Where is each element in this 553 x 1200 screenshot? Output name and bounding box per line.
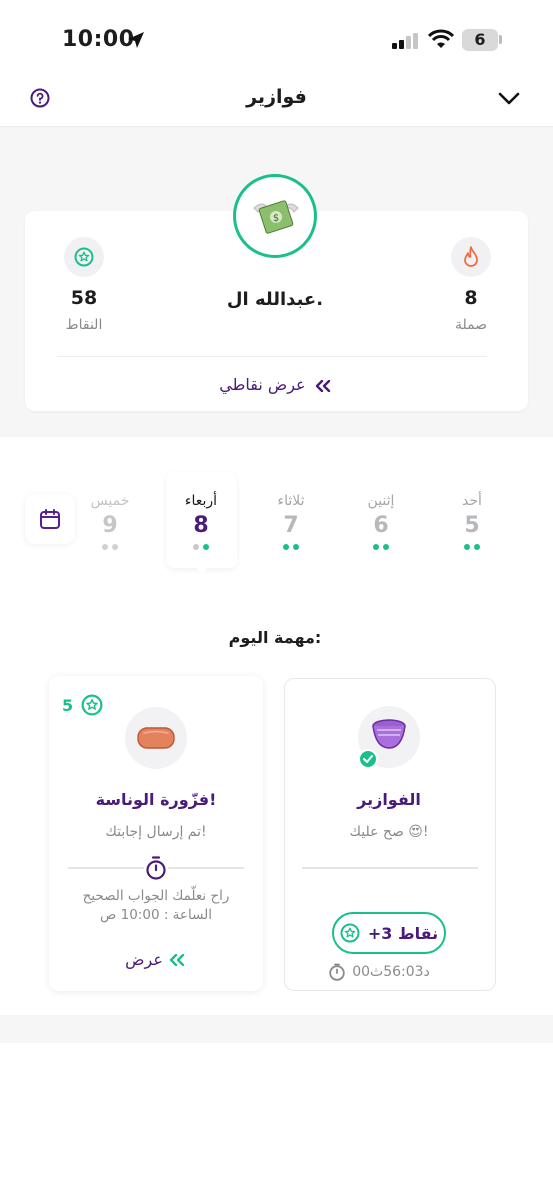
fun-riddle-points-badge: 5 <box>62 694 103 716</box>
stopwatch-icon <box>329 963 345 981</box>
view-points-link[interactable]: عرض نقاطي <box>175 375 375 394</box>
date-fruit-icon <box>137 727 175 749</box>
svg-text:$: $ <box>273 213 279 224</box>
day-number: 9 <box>102 513 118 538</box>
points-value: 58 <box>70 287 98 309</box>
battery-tip <box>499 35 502 44</box>
fun-riddle-title: فزّورة الوناسة! <box>95 790 217 809</box>
day-dots <box>442 544 502 550</box>
fun-riddle-subtitle: تم إرسال إجابتك! <box>105 824 207 840</box>
streak-label: صملة <box>454 317 488 333</box>
riddles-timer-text: 00د56:03ث <box>352 964 430 980</box>
flame-icon <box>464 246 478 267</box>
day-number: 5 <box>464 513 480 538</box>
day-selected-pointer <box>195 566 209 574</box>
stopwatch-icon <box>144 856 168 881</box>
page-title: فوازير <box>246 86 307 108</box>
user-name: عبدالله ال. <box>226 289 324 310</box>
location-arrow-icon <box>128 32 144 48</box>
day-dots <box>80 544 140 550</box>
riddles-points-text: +3 نقاط <box>367 923 439 943</box>
day-sunday[interactable]: أحد 5 <box>442 493 502 550</box>
day-name: إثنين <box>367 493 395 509</box>
calendar-icon <box>40 509 60 529</box>
day-thursday[interactable]: خميس 9 <box>80 493 140 550</box>
bottom-section-divider <box>0 1015 553 1043</box>
battery-indicator: 6 <box>462 29 498 51</box>
riddles-points-pill: +3 نقاط <box>332 912 446 954</box>
day-dots <box>261 544 321 550</box>
points-label: النقاط <box>65 317 103 333</box>
star-badge-icon <box>74 247 94 267</box>
money-with-wings-icon: $ <box>253 200 299 234</box>
riddles-subtitle: صح عليك 😍! <box>349 824 429 840</box>
day-wednesday[interactable]: أربعاء 8 <box>171 493 231 550</box>
today-task-label: مهمة اليوم: <box>228 628 322 647</box>
reveal-line-2: الساعة : 10:00 ص <box>100 907 212 923</box>
riddles-timer: 00د56:03ث <box>314 963 444 981</box>
double-chevron-left-icon <box>315 379 330 392</box>
wifi-icon <box>428 29 454 48</box>
day-monday[interactable]: إثنين 6 <box>351 493 411 550</box>
day-name: أحد <box>462 493 482 509</box>
streak-value: 8 <box>464 287 478 309</box>
fun-riddle-view-label: عرض <box>125 950 163 969</box>
day-number: 6 <box>373 513 389 538</box>
check-badge-icon <box>358 749 378 769</box>
day-dots <box>351 544 411 550</box>
day-name: أربعاء <box>184 493 218 509</box>
day-number: 7 <box>283 513 299 538</box>
reveal-line-1: راح نعلّمك الجواب الصحيح <box>82 888 230 904</box>
chevron-down-icon[interactable] <box>497 88 521 108</box>
day-dots <box>171 544 231 550</box>
star-badge-icon <box>340 923 360 943</box>
signal-icon <box>392 33 418 49</box>
day-name: خميس <box>90 493 130 509</box>
status-time: 10:00 <box>62 27 135 52</box>
day-name: ثلاثاء <box>277 493 305 509</box>
fun-riddle-view-button[interactable]: عرض <box>105 950 205 969</box>
view-points-label: عرض نقاطي <box>219 375 306 394</box>
fun-riddle-points-value: 5 <box>62 695 74 715</box>
star-badge-icon <box>81 694 103 716</box>
card-divider <box>57 356 487 357</box>
riddles-progress-line <box>302 867 478 869</box>
double-chevron-left-icon <box>169 953 185 966</box>
fun-riddle-reveal-text: راح نعلّمك الجواب الصحيح الساعة : 10:00 … <box>56 887 256 925</box>
riddles-title: الفوازير <box>357 790 421 809</box>
day-number: 8 <box>193 513 209 538</box>
day-tuesday[interactable]: ثلاثاء 7 <box>261 493 321 550</box>
